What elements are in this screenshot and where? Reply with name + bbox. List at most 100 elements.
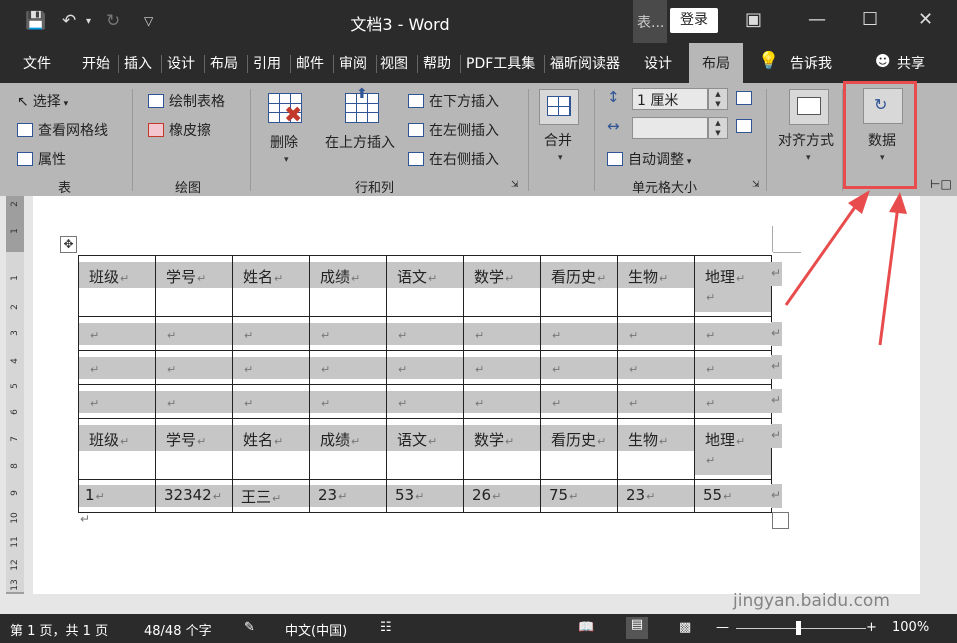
table-cell[interactable]: ↵: [463, 316, 541, 351]
table-cell[interactable]: 王三↵: [232, 479, 310, 513]
proofing-icon[interactable]: ✎: [244, 620, 255, 635]
login-button[interactable]: 登录: [670, 8, 718, 33]
column-width-input[interactable]: [632, 117, 708, 139]
zoom-level[interactable]: 100%: [892, 620, 929, 635]
table-cell[interactable]: ↵: [232, 384, 310, 419]
table-cell[interactable]: ↵: [617, 316, 695, 351]
distribute-rows-icon[interactable]: [736, 91, 752, 105]
table-cell[interactable]: 数学↵: [463, 418, 541, 480]
zoom-slider-thumb[interactable]: [796, 621, 801, 635]
table-cell[interactable]: 看历史↵: [540, 418, 618, 480]
web-layout-icon[interactable]: ▩: [679, 620, 691, 635]
table-cell[interactable]: 32342↵: [155, 479, 233, 513]
table-cell[interactable]: ↵: [155, 350, 233, 385]
table-cell[interactable]: ↵: [78, 316, 156, 351]
table-cell[interactable]: ↵: [540, 350, 618, 385]
table-cell[interactable]: 数学↵: [463, 255, 541, 317]
table-cell[interactable]: 1↵: [78, 479, 156, 513]
ribbon-display-icon[interactable]: ▣: [745, 9, 762, 30]
table-cell[interactable]: ↵: [463, 350, 541, 385]
table-cell[interactable]: ↵: [694, 316, 772, 351]
height-spinner[interactable]: ▲ ▼: [708, 88, 728, 110]
table-cell[interactable]: ↵: [386, 316, 464, 351]
zoom-slider[interactable]: [736, 628, 866, 629]
table-cell[interactable]: ↵: [540, 384, 618, 419]
table-cell[interactable]: ↵: [78, 384, 156, 419]
page-count[interactable]: 第 1 页，共 1 页: [10, 620, 108, 639]
tab-references[interactable]: 引用: [253, 53, 281, 73]
accessibility-icon[interactable]: ☷: [380, 620, 392, 635]
select-button[interactable]: ↖ 选择 ▾: [17, 91, 68, 111]
width-spinner[interactable]: ▲ ▼: [708, 117, 728, 139]
read-mode-icon[interactable]: 📖: [578, 620, 594, 635]
minimize-icon[interactable]: —: [808, 9, 826, 30]
language-indicator[interactable]: 中文(中国): [285, 620, 347, 639]
merge-button[interactable]: 合并: [544, 130, 572, 150]
close-icon[interactable]: ✕: [918, 9, 933, 30]
print-layout-icon[interactable]: ▤: [626, 617, 648, 639]
table-cell[interactable]: 75↵: [540, 479, 618, 513]
tab-review[interactable]: 审阅: [339, 53, 367, 73]
table-cell[interactable]: ↵: [386, 350, 464, 385]
distribute-columns-icon[interactable]: [736, 119, 752, 133]
word-count[interactable]: 48/48 个字: [144, 620, 212, 639]
table-cell[interactable]: ↵: [617, 350, 695, 385]
insert-right-button[interactable]: 在右侧插入: [408, 149, 499, 169]
table-cell[interactable]: 生物↵: [617, 255, 695, 317]
table-cell[interactable]: ↵: [232, 316, 310, 351]
table-cell[interactable]: 23↵: [617, 479, 695, 513]
table-cell[interactable]: ↵: [309, 316, 387, 351]
share-button[interactable]: 共享: [897, 53, 925, 73]
table-cell[interactable]: 语文↵: [386, 418, 464, 480]
table-cell[interactable]: 姓名↵: [232, 418, 310, 480]
table-cell[interactable]: 23↵: [309, 479, 387, 513]
table-cell[interactable]: ↵: [309, 350, 387, 385]
table-cell[interactable]: 学号↵: [155, 255, 233, 317]
table-cell[interactable]: ↵: [78, 350, 156, 385]
view-gridlines-button[interactable]: 查看网格线: [17, 120, 108, 140]
properties-button[interactable]: 属性: [17, 149, 66, 169]
maximize-icon[interactable]: ☐: [862, 9, 878, 30]
tab-table-design[interactable]: 设计: [644, 53, 672, 73]
tab-view[interactable]: 视图: [380, 53, 408, 73]
zoom-out-icon[interactable]: —: [716, 620, 729, 635]
table-cell[interactable]: 26↵: [463, 479, 541, 513]
table-cell[interactable]: ↵: [463, 384, 541, 419]
table-cell[interactable]: ↵: [617, 384, 695, 419]
table-cell[interactable]: 学号↵: [155, 418, 233, 480]
table-cell[interactable]: ↵: [694, 384, 772, 419]
pin-ribbon-icon[interactable]: ⊢□: [930, 177, 952, 191]
delete-button[interactable]: 删除: [270, 132, 298, 152]
tab-layout[interactable]: 布局: [210, 53, 238, 73]
table-cell[interactable]: ↵: [309, 384, 387, 419]
table-cell[interactable]: ↵: [155, 316, 233, 351]
table-cell[interactable]: ↵: [155, 384, 233, 419]
table-resize-handle[interactable]: [772, 512, 789, 529]
tab-mailings[interactable]: 邮件: [296, 53, 324, 73]
table-cell[interactable]: 53↵: [386, 479, 464, 513]
table-cell[interactable]: 班级↵: [78, 418, 156, 480]
table-cell[interactable]: 生物↵: [617, 418, 695, 480]
tell-me-box[interactable]: 告诉我: [790, 53, 832, 73]
tab-design[interactable]: 设计: [167, 53, 195, 73]
tab-insert[interactable]: 插入: [124, 53, 152, 73]
insert-below-button[interactable]: 在下方插入: [408, 91, 499, 111]
insert-left-button[interactable]: 在左侧插入: [408, 120, 499, 140]
cell-size-dialog-launcher-icon[interactable]: ⇲: [752, 180, 760, 190]
table-cell[interactable]: ↵: [386, 384, 464, 419]
alignment-button[interactable]: 对齐方式: [778, 130, 834, 150]
table-cell[interactable]: 看历史↵: [540, 255, 618, 317]
table-cell[interactable]: 姓名↵: [232, 255, 310, 317]
table-cell[interactable]: 地理↵ ↵: [694, 418, 772, 480]
tab-help[interactable]: 帮助: [423, 53, 451, 73]
zoom-in-icon[interactable]: +: [866, 620, 877, 635]
tab-foxit-reader[interactable]: 福昕阅读器: [550, 53, 620, 73]
draw-table-button[interactable]: 绘制表格: [148, 91, 225, 111]
dialog-launcher-icon[interactable]: ⇲: [511, 180, 519, 190]
table-move-handle[interactable]: ✥: [60, 236, 77, 253]
table-cell[interactable]: 成绩↵: [309, 418, 387, 480]
table-cell[interactable]: 55↵: [694, 479, 772, 513]
tab-file[interactable]: 文件: [23, 53, 51, 73]
table-cell[interactable]: ↵: [694, 350, 772, 385]
document-table[interactable]: 班级↵ 学号↵ 姓名↵ 成绩↵ 语文↵ 数学↵ 看历史↵ 生物↵ 地理↵ ↵ ↵ …: [78, 255, 772, 513]
